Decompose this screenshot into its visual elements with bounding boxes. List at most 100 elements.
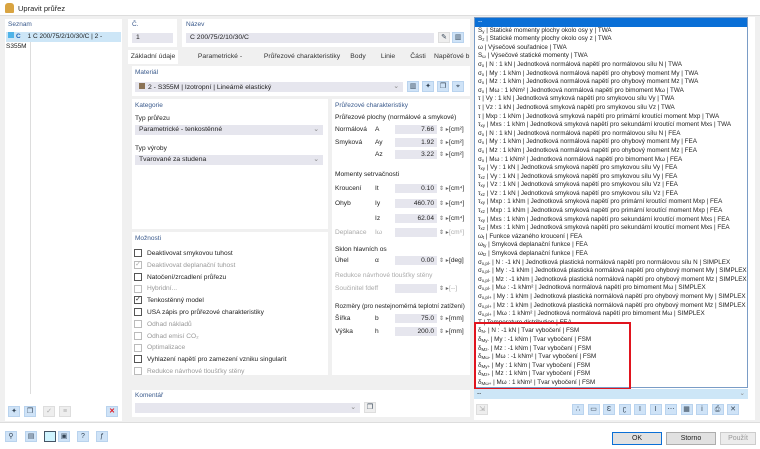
- toolbar-dimension[interactable]: ⋯: [665, 404, 677, 415]
- dropdown-option[interactable]: σx | Mz : 1 kNm | Jednotková normálová n…: [475, 147, 747, 156]
- dropdown-option[interactable]: ωtz | Smyková deplanační funkce | FEA: [475, 250, 747, 259]
- option-8[interactable]: Optimalizace: [134, 343, 185, 353]
- checkbox[interactable]: [134, 249, 142, 258]
- function-icon[interactable]: ƒ: [96, 431, 108, 442]
- section-type-select[interactable]: Parametrické - tenkostěnné ⌄: [135, 125, 323, 135]
- dropdown-option[interactable]: σx | Mz : 1 kNm | Jednotková normálová n…: [475, 78, 747, 87]
- spinner-icon[interactable]: ⇕ ▸: [439, 150, 449, 160]
- dropdown-option[interactable]: Sz | Statické momenty plochy okolo osy z…: [475, 35, 747, 44]
- stress-display-combo[interactable]: -- ⌄: [474, 389, 748, 399]
- option-10[interactable]: Redukce návrhové tloušťky stěny: [134, 367, 244, 377]
- tab-section-properties[interactable]: Průřezové charakteristiky: [262, 50, 342, 64]
- toolbar-i-beam-outline[interactable]: I: [649, 404, 662, 415]
- dropdown-option[interactable]: τ | Vz : 1 kN | Jednotková smyková napět…: [475, 104, 747, 113]
- dropdown-option[interactable]: σx,pl- | Mz : -1 kNm | Jednotková plasti…: [475, 276, 747, 285]
- dropdown-option[interactable]: ωty | Smyková deplanační funkce | FEA: [475, 241, 747, 250]
- edit-material-icon[interactable]: ❐: [437, 81, 449, 92]
- check-all-icon[interactable]: ✓: [43, 406, 55, 417]
- dropdown-option[interactable]: τxy | Mxp : 1 kNm | Jednotková smyková n…: [475, 198, 747, 207]
- material-select[interactable]: 2 - S355M | Izotropní | Lineárně elastic…: [135, 82, 403, 92]
- dropdown-option[interactable]: σx,pl+ | Mω : 1 kNm² | Jednotková normál…: [475, 310, 747, 319]
- library-icon[interactable]: ▥: [452, 32, 464, 43]
- dropdown-option[interactable]: σx,pl+ | Mz : 1 kNm | Jednotková plastic…: [475, 302, 747, 311]
- dropdown-option[interactable]: ωt | Funkce vázaného kroucení | FEA: [475, 233, 747, 242]
- option-0[interactable]: Deaktivovat smykovou tuhost: [134, 249, 233, 259]
- dropdown-option[interactable]: τxy | Mxs : 1 kNm | Jednotková smyková n…: [475, 216, 747, 225]
- edit-icon[interactable]: ✎: [438, 32, 450, 43]
- uncheck-icon[interactable]: ≡: [59, 406, 71, 417]
- toolbar-section[interactable]: ʗ: [618, 404, 631, 415]
- option-1[interactable]: ✓ Deaktivovat deplanační tuhost: [134, 261, 235, 271]
- tab-parts[interactable]: Části: [404, 50, 432, 64]
- spinner-icon[interactable]: ⇕ ▸: [439, 327, 449, 337]
- property-value-field[interactable]: 200.0: [395, 327, 437, 336]
- dropdown-option[interactable]: σx | Mω : 1 kNm² | Jednotková normálová …: [475, 156, 747, 165]
- dropdown-option[interactable]: τxz | Mxp : 1 kNm | Jednotková smyková n…: [475, 207, 747, 216]
- property-value-field[interactable]: 0.10: [395, 184, 437, 193]
- option-7[interactable]: Odhad emisí CO₂: [134, 331, 199, 342]
- spinner-icon[interactable]: ⇕ ▸: [439, 228, 449, 238]
- checkbox[interactable]: ✓: [134, 296, 142, 305]
- tab-parametric[interactable]: Parametrické - tenkostěnné: [180, 50, 260, 74]
- checkbox[interactable]: [134, 272, 142, 281]
- dropdown-option[interactable]: σx | Mω : 1 kNm² | Jednotková normálová …: [475, 87, 747, 96]
- delete-icon[interactable]: ✕: [106, 406, 118, 417]
- help-icon[interactable]: ?: [77, 431, 89, 442]
- number-field[interactable]: 1: [132, 33, 173, 43]
- dropdown-option[interactable]: τxz | Vy : 1 kN | Jednotková smyková nap…: [475, 173, 747, 182]
- property-value-field[interactable]: 7.66: [395, 125, 437, 134]
- toolbar-reset-view[interactable]: ✕: [727, 404, 739, 415]
- library-icon[interactable]: ▥: [407, 81, 419, 92]
- dropdown-option[interactable]: σx,pl- | Mω : -1 kNm² | Jednotková normá…: [475, 284, 747, 293]
- tab-points[interactable]: Body: [344, 50, 372, 64]
- toolbar-stress[interactable]: Ɛ: [603, 404, 615, 415]
- dropdown-option[interactable]: σx | My : 1 kNm | Jednotková normálová n…: [475, 70, 747, 79]
- dropdown-option[interactable]: σx,pl+ | My : 1 kNm | Jednotková plastic…: [475, 293, 747, 302]
- dropdown-option[interactable]: σx | My : 1 kNm | Jednotková normálová n…: [475, 138, 747, 147]
- toolbar-print[interactable]: ⎙: [711, 404, 724, 415]
- option-2[interactable]: Natočení/zrcadlení průřezu: [134, 272, 226, 283]
- tab-lines[interactable]: Linie: [374, 50, 402, 64]
- production-type-select[interactable]: Tvarované za studena ⌄: [135, 155, 323, 165]
- option-6[interactable]: Odhad nákladů: [134, 320, 192, 330]
- dropdown-option[interactable]: τxz | Mxs : 1 kNm | Jednotková smyková n…: [475, 224, 747, 233]
- comment-library-icon[interactable]: ❐: [364, 402, 376, 413]
- info-icon[interactable]: ▣: [58, 431, 70, 442]
- spinner-icon[interactable]: ⇕ ▸: [439, 314, 449, 324]
- export-icon[interactable]: ⇲: [476, 404, 488, 415]
- dropdown-option[interactable]: σx | N : 1 kN | Jednotková normálová nap…: [475, 130, 747, 139]
- spinner-icon[interactable]: ⇕ ▸: [439, 199, 449, 209]
- property-value-field[interactable]: 460.70: [395, 198, 437, 208]
- name-field[interactable]: C 200/75/2/10/30/C: [186, 33, 434, 43]
- option-9[interactable]: Vyhlazení napětí pro zamezení vzniku sin…: [134, 355, 286, 365]
- spinner-icon[interactable]: ⇕ ▸: [439, 284, 449, 294]
- list-item[interactable]: C 1 C 200/75/2/10/30/C | 2 - S355M: [6, 32, 121, 50]
- option-4[interactable]: ✓ Tenkostěnný model: [134, 296, 204, 306]
- apply-button[interactable]: Použít: [720, 432, 756, 445]
- dropdown-option[interactable]: τxy | Mxs : 1 kNm | Jednotková smyková n…: [475, 121, 747, 130]
- dropdown-option[interactable]: --: [475, 18, 747, 27]
- toolbar-i-beam[interactable]: I: [634, 404, 646, 415]
- option-5[interactable]: USA zápis pro průřezové charakteristiky: [134, 308, 264, 318]
- tab-basic[interactable]: Základní údaje: [128, 50, 178, 64]
- comment-input[interactable]: ⌄: [135, 403, 360, 413]
- search-icon[interactable]: ⚲: [5, 431, 17, 442]
- dropdown-option[interactable]: σx,pl- | My : -1 kNm | Jednotková plasti…: [475, 267, 747, 276]
- pick-material-icon[interactable]: ⌖: [452, 81, 464, 92]
- option-3[interactable]: Hybridní...: [134, 284, 177, 294]
- new-material-icon[interactable]: ✦: [422, 81, 434, 92]
- checkbox[interactable]: [134, 355, 142, 364]
- toolbar-info[interactable]: ⅰ: [696, 404, 708, 415]
- dropdown-option[interactable]: σx,pl- | N : -1 kN | Jednotková plastick…: [475, 259, 747, 268]
- new-section-icon[interactable]: ✦: [8, 406, 20, 417]
- property-value-field[interactable]: 62.04: [395, 213, 437, 223]
- dropdown-option[interactable]: τxz | Vz : 1 kN | Jednotková smyková nap…: [475, 190, 747, 199]
- dropdown-option[interactable]: τ | Mxp : 1 kNm | Jednotková smyková nap…: [475, 113, 747, 122]
- toolbar-frame[interactable]: ▭: [587, 404, 600, 415]
- spinner-icon[interactable]: ⇕ ▸: [439, 184, 449, 194]
- toolbar-table[interactable]: ▦: [680, 404, 693, 415]
- property-value-field[interactable]: 75.0: [395, 314, 437, 323]
- dropdown-option[interactable]: τ | Vy : 1 kN | Jednotková smyková napět…: [475, 95, 747, 104]
- dropdown-option[interactable]: τxy | Vz : 1 kN | Jednotková smyková nap…: [475, 181, 747, 190]
- units-icon[interactable]: ▤: [25, 431, 37, 442]
